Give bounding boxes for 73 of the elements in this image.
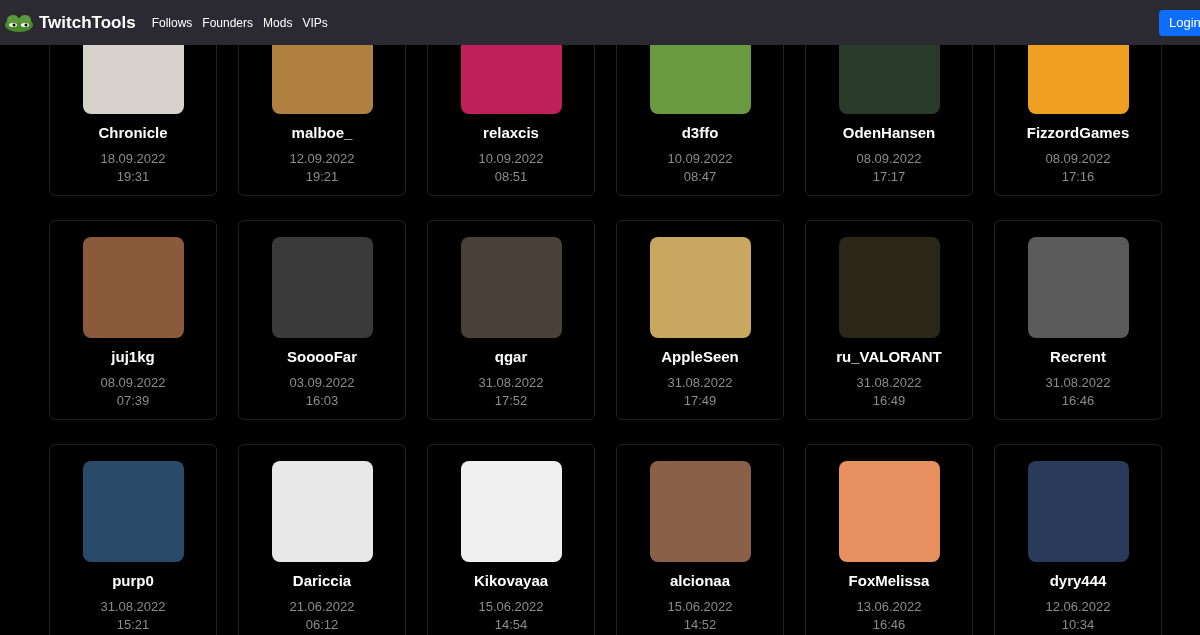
- follow-date: 10.09.2022: [478, 149, 544, 168]
- follow-date: 10.09.2022: [667, 149, 733, 168]
- nav-link[interactable]: VIPs: [302, 13, 328, 32]
- follow-time: 06:12: [305, 615, 339, 634]
- follow-time: 16:03: [305, 391, 339, 410]
- user-card[interactable]: juj1kg 08.09.2022 07:39: [49, 220, 217, 420]
- username: AppleSeen: [661, 347, 739, 367]
- user-card[interactable]: purp0 31.08.2022 15:21: [49, 444, 217, 635]
- username: OdenHansen: [842, 123, 936, 143]
- follow-date: 31.08.2022: [667, 373, 733, 392]
- username: relaxcis: [483, 123, 539, 143]
- follow-date: 15.06.2022: [667, 597, 733, 616]
- follow-time: 15:21: [116, 615, 150, 634]
- frog-logo-icon: [4, 13, 34, 32]
- user-card[interactable]: AppleSeen 31.08.2022 17:49: [616, 220, 784, 420]
- follow-date: 31.08.2022: [100, 597, 166, 616]
- follow-date: 03.09.2022: [289, 373, 355, 392]
- follow-time: 17:16: [1061, 167, 1095, 186]
- username: qgar: [494, 347, 528, 367]
- username: Chronicle: [98, 123, 168, 143]
- nav-link[interactable]: Founders: [202, 13, 254, 32]
- brand-link[interactable]: TwitchTools: [39, 9, 136, 36]
- user-card[interactable]: Dariccia 21.06.2022 06:12: [238, 444, 406, 635]
- user-card[interactable]: Recrent 31.08.2022 16:46: [994, 220, 1162, 420]
- follow-date: 12.06.2022: [1045, 597, 1111, 616]
- follow-time: 14:54: [494, 615, 528, 634]
- username: ru_VALORANT: [836, 347, 942, 367]
- follow-time: 19:21: [305, 167, 339, 186]
- follow-time: 07:39: [116, 391, 150, 410]
- follow-date: 13.06.2022: [856, 597, 922, 616]
- follow-date: 31.08.2022: [856, 373, 922, 392]
- follow-time: 14:52: [683, 615, 717, 634]
- username: SooooFar: [287, 347, 357, 367]
- follow-time: 19:31: [116, 167, 150, 186]
- username: juj1kg: [111, 347, 155, 367]
- follow-date: 31.08.2022: [478, 373, 544, 392]
- follow-time: 17:17: [872, 167, 906, 186]
- follow-date: 08.09.2022: [100, 373, 166, 392]
- follow-date: 31.08.2022: [1045, 373, 1111, 392]
- username: purp0: [112, 571, 154, 591]
- follow-time: 10:34: [1061, 615, 1095, 634]
- follow-time: 16:46: [1061, 391, 1095, 410]
- follow-time: 16:49: [872, 391, 906, 410]
- nav-link[interactable]: Follows: [151, 13, 193, 32]
- follow-date: 15.06.2022: [478, 597, 544, 616]
- follow-time: 08:51: [494, 167, 528, 186]
- follow-date: 21.06.2022: [289, 597, 355, 616]
- user-card[interactable]: SooooFar 03.09.2022 16:03: [238, 220, 406, 420]
- user-card[interactable]: Kikovayaa 15.06.2022 14:54: [427, 444, 595, 635]
- username: malboe_: [291, 123, 353, 143]
- username: Dariccia: [292, 571, 352, 591]
- nav-link[interactable]: Mods: [263, 13, 293, 32]
- follow-time: 08:47: [683, 167, 717, 186]
- follow-date: 08.09.2022: [856, 149, 922, 168]
- user-card[interactable]: FoxMelissa 13.06.2022 16:46: [805, 444, 973, 635]
- follow-time: 17:52: [494, 391, 528, 410]
- follow-time: 16:46: [872, 615, 906, 634]
- follow-date: 12.09.2022: [289, 149, 355, 168]
- username: FizzordGames: [1026, 123, 1130, 143]
- username: Kikovayaa: [473, 571, 549, 591]
- username: d3ffo: [681, 123, 719, 143]
- user-card[interactable]: dyry444 12.06.2022 10:34: [994, 444, 1162, 635]
- user-card[interactable]: alcionaa 15.06.2022 14:52: [616, 444, 784, 635]
- username: FoxMelissa: [848, 571, 930, 591]
- user-card[interactable]: ru_VALORANT 31.08.2022 16:49: [805, 220, 973, 420]
- username: dyry444: [1049, 571, 1107, 591]
- username: Recrent: [1050, 347, 1106, 367]
- follow-date: 18.09.2022: [100, 149, 166, 168]
- login-button[interactable]: Login: [1159, 9, 1200, 36]
- username: alcionaa: [670, 571, 730, 591]
- follow-time: 17:49: [683, 391, 717, 410]
- user-card[interactable]: qgar 31.08.2022 17:52: [427, 220, 595, 420]
- follow-date: 08.09.2022: [1045, 149, 1111, 168]
